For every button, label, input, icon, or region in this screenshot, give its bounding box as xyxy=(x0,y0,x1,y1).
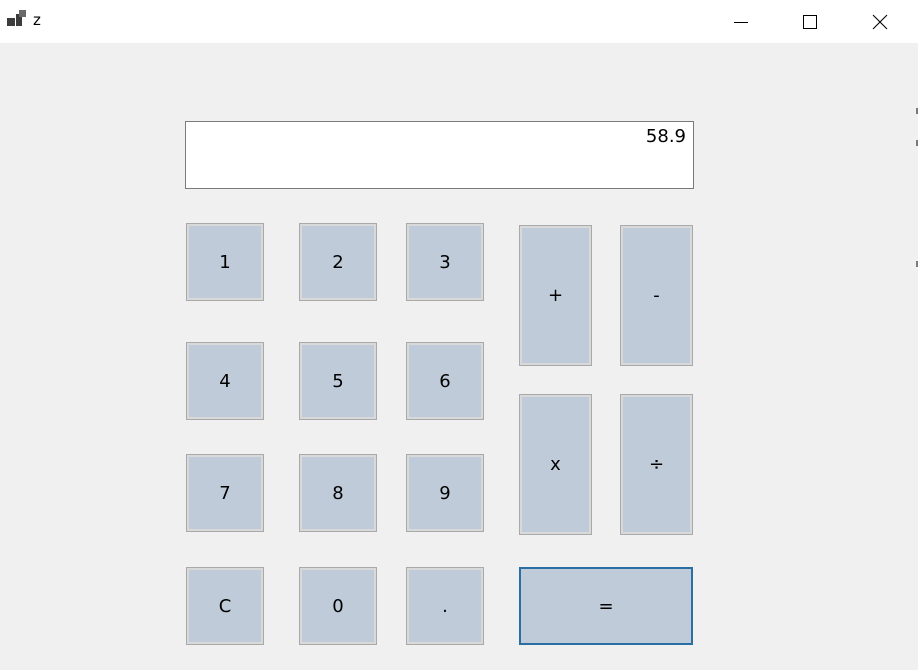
digit-9-button[interactable]: 9 xyxy=(406,454,484,532)
digit-1-button[interactable]: 1 xyxy=(186,223,264,301)
equals-button[interactable]: = xyxy=(519,567,693,645)
digit-3-button[interactable]: 3 xyxy=(406,223,484,301)
close-button[interactable] xyxy=(857,0,903,43)
digit-7-button[interactable]: 7 xyxy=(186,454,264,532)
title-bar: z xyxy=(0,0,918,43)
maximize-icon xyxy=(802,14,818,30)
maximize-button[interactable] xyxy=(787,0,833,43)
subtract-button[interactable]: - xyxy=(620,225,693,366)
digit-4-button[interactable]: 4 xyxy=(186,342,264,420)
digit-5-button[interactable]: 5 xyxy=(299,342,377,420)
display-value: 58.9 xyxy=(645,126,686,147)
digit-0-button[interactable]: 0 xyxy=(299,567,377,645)
window-edge xyxy=(913,43,918,670)
window-title: z xyxy=(33,11,41,29)
digit-2-button[interactable]: 2 xyxy=(299,223,377,301)
digit-6-button[interactable]: 6 xyxy=(406,342,484,420)
clear-button[interactable]: C xyxy=(186,567,264,645)
add-button[interactable]: + xyxy=(519,225,592,366)
close-icon xyxy=(872,14,888,30)
minimize-button[interactable] xyxy=(718,0,764,43)
app-icon xyxy=(7,10,27,28)
minimize-icon xyxy=(733,14,749,30)
divide-button[interactable]: ÷ xyxy=(620,394,693,535)
multiply-button[interactable]: x xyxy=(519,394,592,535)
decimal-point-button[interactable]: . xyxy=(406,567,484,645)
digit-8-button[interactable]: 8 xyxy=(299,454,377,532)
calculator-display[interactable]: 58.9 xyxy=(185,121,694,189)
